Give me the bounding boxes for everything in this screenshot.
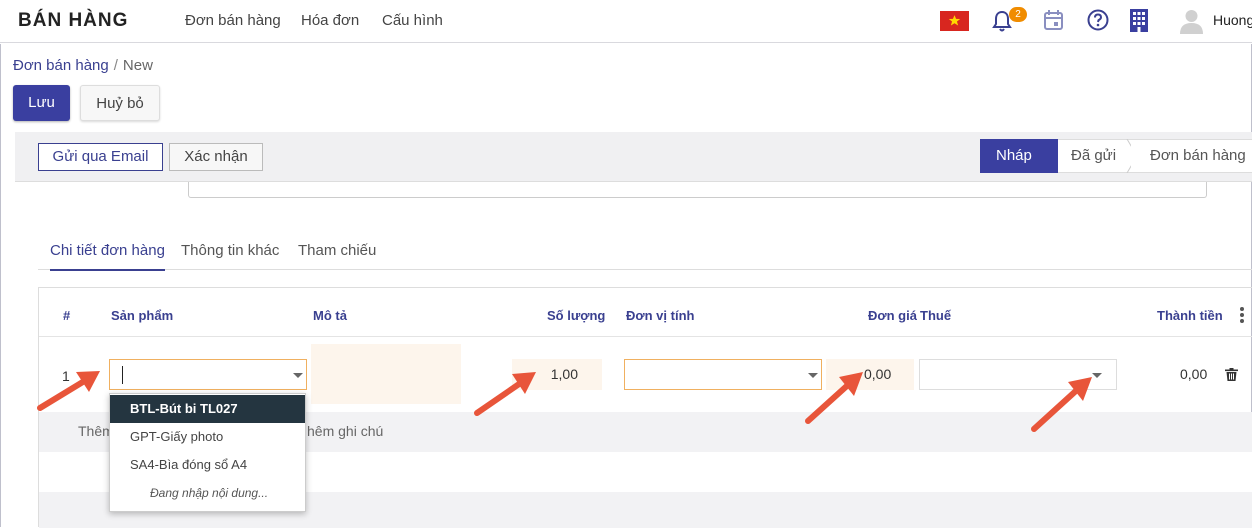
vietnam-flag-icon[interactable]	[940, 11, 969, 31]
chevron-down-icon[interactable]	[1092, 373, 1102, 378]
menu-item-settings[interactable]: Cấu hình	[382, 12, 443, 29]
product-select-input[interactable]	[109, 359, 307, 390]
menu-item-invoices[interactable]: Hóa đơn	[301, 12, 359, 29]
user-avatar-icon[interactable]	[1180, 8, 1203, 34]
user-name[interactable]: Huong	[1213, 12, 1252, 28]
tab-other-info[interactable]: Thông tin khác	[181, 242, 279, 259]
dropdown-loading-text: Đang nhập nội dung...	[150, 486, 269, 500]
send-email-button[interactable]: Gửi qua Email	[38, 143, 163, 171]
calendar-icon[interactable]	[1044, 9, 1063, 34]
unit-select-input[interactable]	[624, 359, 822, 390]
trash-icon[interactable]	[1225, 368, 1238, 384]
unit-price-field[interactable]: 0,00	[826, 359, 914, 390]
confirm-button[interactable]: Xác nhận	[169, 143, 263, 171]
column-header-unit[interactable]: Đơn vị tính	[626, 308, 694, 323]
column-header-price[interactable]: Đơn giá	[868, 308, 917, 323]
dropdown-option[interactable]: SA4-Bìa đóng sổ A4	[110, 451, 305, 479]
stage-draft[interactable]: Nháp	[980, 139, 1070, 173]
breadcrumb: Đơn bán hàng / New	[13, 57, 153, 74]
notebook-tabs: Chi tiết đơn hàng Thông tin khác Tham ch…	[38, 232, 1252, 271]
column-header-product[interactable]: Sản phẩm	[111, 308, 173, 323]
help-icon[interactable]	[1087, 9, 1109, 34]
tab-references[interactable]: Tham chiếu	[298, 242, 376, 259]
stage-sent[interactable]: Đã gửi	[1058, 139, 1131, 173]
header-divider	[39, 336, 1252, 337]
tax-select-input[interactable]	[919, 359, 1117, 390]
menu-item-sales-orders[interactable]: Đơn bán hàng	[185, 12, 281, 29]
chevron-down-icon[interactable]	[293, 373, 303, 378]
tab-order-lines[interactable]: Chi tiết đơn hàng	[50, 242, 165, 271]
form-field-box[interactable]	[188, 182, 1207, 198]
line-total: 0,00	[1180, 366, 1208, 382]
app-title[interactable]: BÁN HÀNG	[18, 10, 128, 32]
column-header-tax[interactable]: Thuế	[920, 308, 951, 323]
discard-button[interactable]: Huỷ bỏ	[80, 85, 160, 121]
text-cursor	[122, 366, 123, 384]
add-note-link[interactable]: hêm ghi chú	[307, 423, 383, 439]
dropdown-option[interactable]: BTL-Bút bi TL027	[110, 395, 305, 423]
left-border	[0, 44, 1, 527]
save-button[interactable]: Lưu	[13, 85, 70, 121]
column-header-total[interactable]: Thành tiền	[1157, 308, 1223, 323]
quantity-field[interactable]: 1,00	[512, 359, 602, 390]
top-navbar: BÁN HÀNG Đơn bán hàng Hóa đơn Cấu hình 2…	[0, 0, 1252, 43]
column-options-icon[interactable]	[1239, 306, 1245, 327]
column-header-index: #	[63, 308, 71, 323]
notification-badge: 2	[1009, 7, 1027, 22]
company-building-icon[interactable]	[1129, 8, 1149, 36]
breadcrumb-parent-link[interactable]: Đơn bán hàng	[13, 57, 109, 74]
column-header-quantity[interactable]: Số lượng	[547, 308, 605, 323]
breadcrumb-separator: /	[113, 57, 118, 74]
breadcrumb-current: New	[122, 57, 153, 74]
row-number: 1	[62, 368, 70, 384]
description-field[interactable]	[311, 344, 461, 404]
product-autocomplete-dropdown: BTL-Bút bi TL027 GPT-Giấy photo SA4-Bìa …	[109, 393, 306, 512]
stage-sales-order[interactable]: Đơn bán hàng	[1131, 139, 1252, 173]
dropdown-option[interactable]: GPT-Giấy photo	[110, 423, 305, 451]
column-header-description[interactable]: Mô tả	[313, 308, 347, 323]
chevron-down-icon[interactable]	[808, 373, 818, 378]
